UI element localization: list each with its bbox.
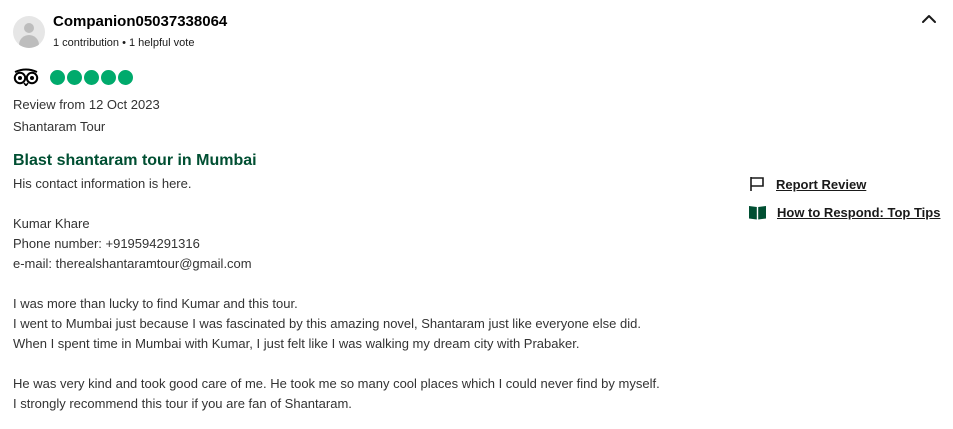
review-line: His contact information is here. bbox=[13, 176, 192, 191]
book-icon bbox=[749, 206, 766, 220]
rating-bubble bbox=[50, 69, 65, 85]
flag-icon bbox=[750, 177, 764, 191]
report-review-label[interactable]: Report Review bbox=[776, 177, 866, 192]
chevron-up-icon[interactable] bbox=[920, 10, 938, 28]
avatar-body bbox=[19, 35, 39, 48]
rating-bubble bbox=[67, 69, 82, 85]
respond-tips-link[interactable]: How to Respond: Top Tips bbox=[749, 205, 940, 220]
avatar[interactable] bbox=[13, 16, 45, 48]
review-line: e-mail: therealshantaramtour@gmail.com bbox=[13, 256, 252, 271]
review-line: Kumar Khare bbox=[13, 216, 90, 231]
rating-bubble bbox=[84, 69, 99, 85]
review-line: I strongly recommend this tour if you ar… bbox=[13, 396, 352, 411]
review-date: Review from 12 Oct 2023 bbox=[13, 97, 160, 112]
rating bbox=[13, 68, 135, 86]
rating-bubbles bbox=[50, 69, 135, 85]
review-line: He was very kind and took good care of m… bbox=[13, 376, 660, 391]
tour-name[interactable]: Shantaram Tour bbox=[13, 119, 105, 134]
respond-tips-label[interactable]: How to Respond: Top Tips bbox=[777, 205, 940, 220]
rating-bubble bbox=[101, 69, 116, 85]
review-line: When I spent time in Mumbai with Kumar, … bbox=[13, 336, 580, 351]
report-review-link[interactable]: Report Review bbox=[749, 176, 866, 192]
rating-bubble bbox=[118, 69, 133, 85]
tripadvisor-owl-icon bbox=[13, 68, 39, 86]
review-line: I was more than lucky to find Kumar and … bbox=[13, 296, 298, 311]
avatar-head bbox=[24, 23, 34, 33]
review-line: I went to Mumbai just because I was fasc… bbox=[13, 316, 641, 331]
review-title: Blast shantaram tour in Mumbai bbox=[13, 152, 257, 169]
review-line: Phone number: +919594291316 bbox=[13, 236, 200, 251]
reviewer-meta: 1 contribution • 1 helpful vote bbox=[53, 37, 195, 49]
reviewer-name[interactable]: Companion05037338064 bbox=[53, 13, 227, 30]
